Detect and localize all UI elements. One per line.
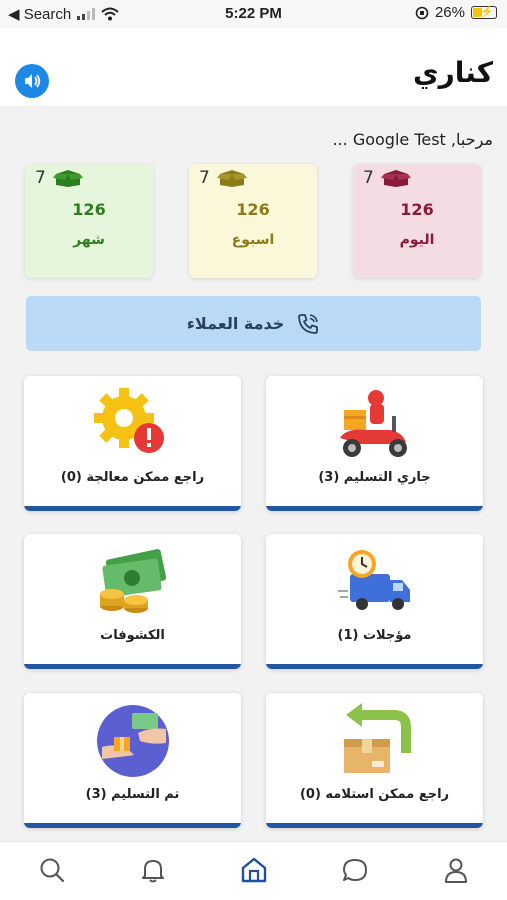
- card-in-delivery[interactable]: جاري التسليم (3): [266, 376, 483, 511]
- card-statements[interactable]: الكشوفات: [24, 534, 241, 669]
- status-bar: ◀ Search 5:22 PM 26% ⚡: [0, 0, 507, 28]
- card-accent-bar: [266, 506, 483, 511]
- nav-notifications[interactable]: [137, 854, 169, 886]
- handover-icon: [96, 705, 169, 777]
- speaker-button[interactable]: [15, 64, 49, 98]
- chat-icon: [343, 859, 367, 881]
- nav-chat[interactable]: [339, 854, 371, 886]
- app-title: كناري: [412, 56, 493, 89]
- stat-count: 7: [363, 168, 374, 188]
- card-label: تم التسليم (3): [85, 787, 180, 802]
- stat-label: اسبوع: [231, 232, 275, 248]
- box-icon: [53, 170, 83, 187]
- card-accent-bar: [266, 823, 483, 828]
- customer-service-label: خدمة العملاء: [186, 314, 285, 333]
- card-delivered[interactable]: تم التسليم (3): [24, 693, 241, 828]
- stat-value: 126: [400, 200, 434, 219]
- return-box-icon: [343, 703, 411, 773]
- stat-card-month[interactable]: 7 126 شهر: [25, 164, 153, 278]
- battery-percent: 26%: [434, 4, 465, 21]
- card-label: جاري التسليم (3): [318, 470, 431, 485]
- delivery-scooter-icon: [339, 390, 407, 457]
- home-icon: [241, 857, 267, 883]
- customer-service-button[interactable]: خدمة العملاء: [26, 296, 481, 351]
- user-icon: [445, 858, 467, 883]
- card-returns-receivable[interactable]: راجع ممكن استلامه (0): [266, 693, 483, 828]
- card-accent-bar: [24, 823, 241, 828]
- card-accent-bar: [24, 664, 241, 669]
- nav-profile[interactable]: [440, 854, 472, 886]
- card-label: مؤجلات (1): [337, 628, 412, 643]
- card-accent-bar: [24, 506, 241, 511]
- card-label: الكشوفات: [100, 628, 165, 643]
- stat-label: شهر: [73, 232, 105, 248]
- money-coins-icon: [99, 549, 166, 613]
- stat-card-today[interactable]: 7 126 اليوم: [353, 164, 481, 278]
- nav-search[interactable]: [36, 854, 68, 886]
- stat-label: اليوم: [399, 232, 435, 248]
- orientation-lock-icon: [415, 6, 429, 19]
- card-returns-processing[interactable]: راجع ممكن معالجة (0): [24, 376, 241, 511]
- app-header: كناري: [0, 28, 507, 106]
- bell-icon: [142, 860, 164, 883]
- bottom-nav: [0, 841, 507, 900]
- gear-alert-icon: [93, 388, 164, 453]
- stat-count: 7: [35, 168, 46, 188]
- greeting-text: مرحبا, Google Test ...: [332, 130, 493, 149]
- stat-card-week[interactable]: 7 126 اسبوع: [189, 164, 317, 278]
- status-right: 26% ⚡: [415, 4, 497, 21]
- card-postponed[interactable]: مؤجلات (1): [266, 534, 483, 669]
- box-icon: [381, 170, 411, 187]
- stat-count: 7: [199, 168, 210, 188]
- nav-home[interactable]: [238, 854, 270, 886]
- battery-icon: ⚡: [471, 6, 497, 19]
- phone-icon: [298, 313, 319, 334]
- search-icon: [40, 858, 65, 883]
- stat-value: 126: [72, 200, 106, 219]
- box-icon: [217, 170, 247, 187]
- card-label: راجع ممكن معالجة (0): [60, 470, 205, 485]
- delivery-truck-clock-icon: [337, 550, 410, 610]
- speaker-icon: [25, 74, 41, 88]
- stat-value: 126: [236, 200, 270, 219]
- card-label: راجع ممكن استلامه (0): [299, 787, 450, 802]
- card-accent-bar: [266, 664, 483, 669]
